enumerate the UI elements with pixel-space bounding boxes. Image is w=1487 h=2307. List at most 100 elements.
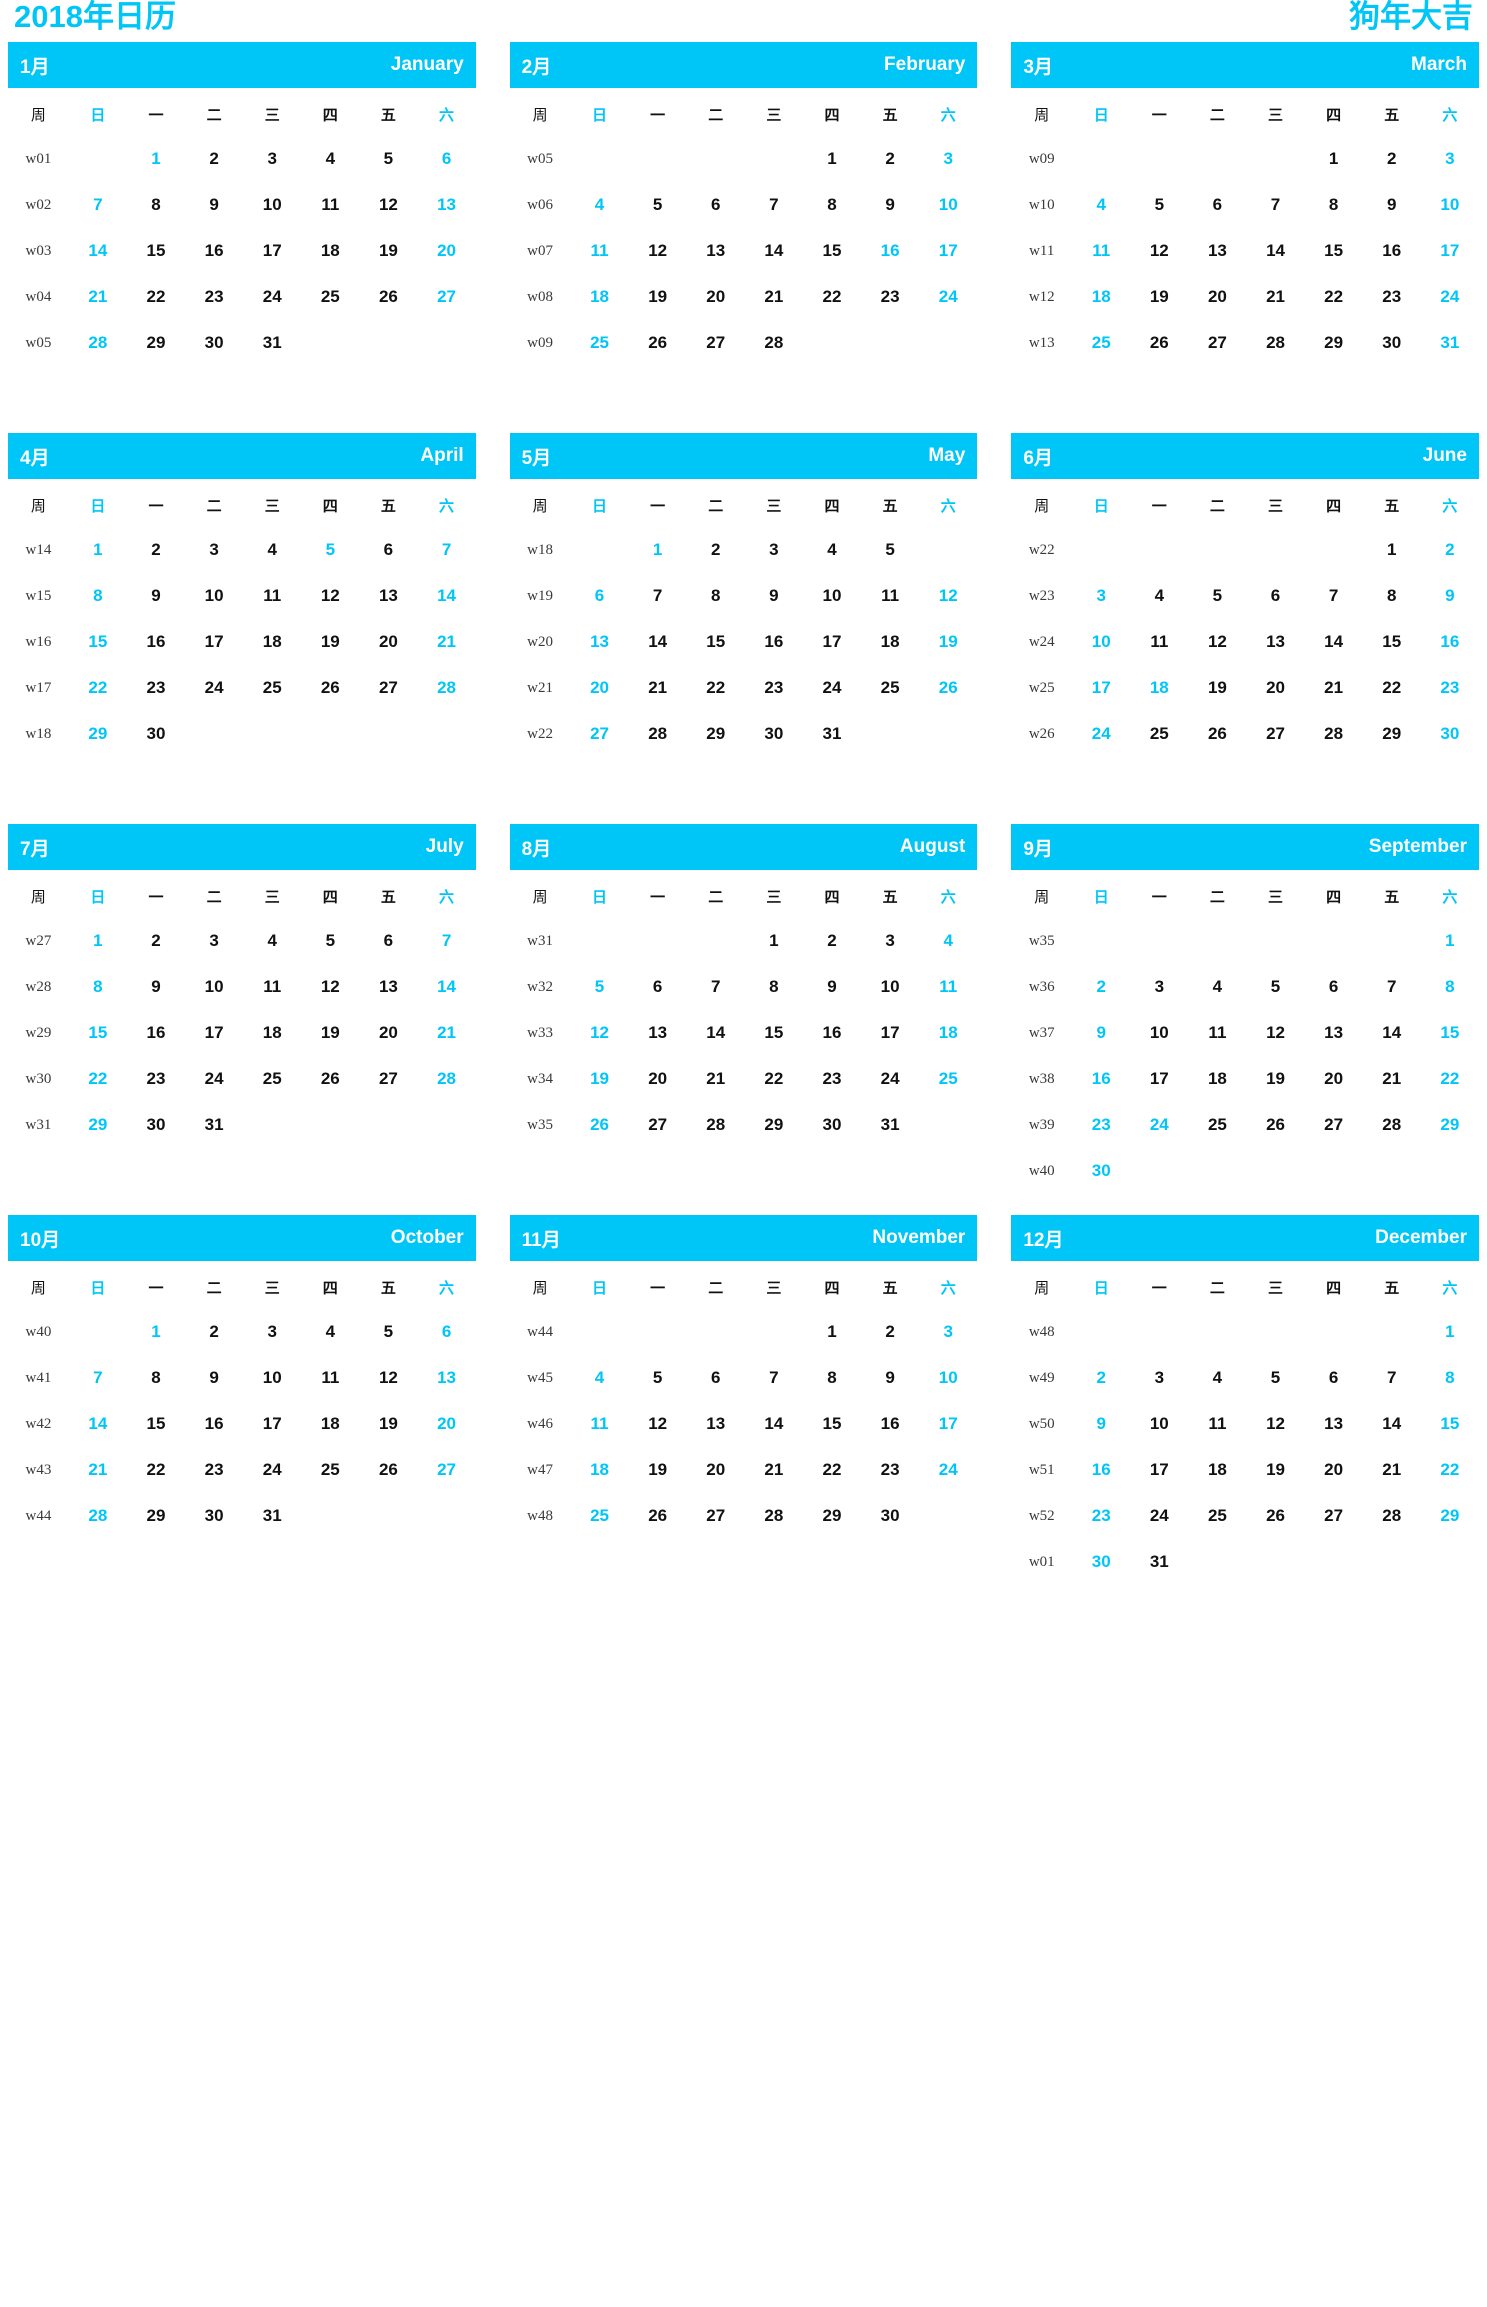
day-cell[interactable]: 2 [185, 136, 243, 182]
day-cell[interactable]: 15 [745, 1010, 803, 1056]
day-cell[interactable]: 21 [417, 1010, 475, 1056]
day-cell[interactable]: 28 [1363, 1102, 1421, 1148]
day-cell[interactable]: 25 [1188, 1102, 1246, 1148]
day-cell[interactable]: 8 [69, 964, 127, 1010]
day-cell[interactable]: 31 [803, 711, 861, 757]
day-cell[interactable]: 6 [1305, 1355, 1363, 1401]
day-cell[interactable]: 7 [417, 918, 475, 964]
day-cell[interactable]: 19 [1246, 1056, 1304, 1102]
day-cell[interactable]: 28 [1363, 1493, 1421, 1539]
day-cell[interactable]: 29 [127, 320, 185, 366]
day-cell[interactable]: 6 [1305, 964, 1363, 1010]
day-cell[interactable]: 8 [1305, 182, 1363, 228]
day-cell[interactable]: 10 [1130, 1401, 1188, 1447]
day-cell[interactable]: 17 [243, 228, 301, 274]
day-cell[interactable]: 14 [687, 1010, 745, 1056]
day-cell[interactable]: 9 [1072, 1401, 1130, 1447]
day-cell[interactable]: 18 [243, 619, 301, 665]
day-cell[interactable]: 22 [69, 665, 127, 711]
day-cell[interactable]: 16 [127, 619, 185, 665]
day-cell[interactable]: 25 [1072, 320, 1130, 366]
day-cell[interactable]: 7 [69, 1355, 127, 1401]
day-cell[interactable]: 17 [803, 619, 861, 665]
day-cell[interactable]: 14 [417, 573, 475, 619]
day-cell[interactable]: 25 [570, 1493, 628, 1539]
day-cell[interactable]: 5 [861, 527, 919, 573]
day-cell[interactable]: 26 [1130, 320, 1188, 366]
day-cell[interactable]: 1 [745, 918, 803, 964]
day-cell[interactable]: 3 [243, 1309, 301, 1355]
day-cell[interactable]: 14 [1363, 1010, 1421, 1056]
day-cell[interactable]: 31 [1421, 320, 1479, 366]
day-cell[interactable]: 20 [359, 1010, 417, 1056]
day-cell[interactable]: 4 [919, 918, 977, 964]
day-cell[interactable]: 27 [629, 1102, 687, 1148]
day-cell[interactable]: 22 [127, 1447, 185, 1493]
day-cell[interactable]: 24 [243, 274, 301, 320]
day-cell[interactable]: 31 [243, 1493, 301, 1539]
day-cell[interactable]: 24 [1072, 711, 1130, 757]
day-cell[interactable]: 15 [69, 619, 127, 665]
day-cell[interactable]: 14 [745, 228, 803, 274]
day-cell[interactable]: 25 [861, 665, 919, 711]
day-cell[interactable]: 6 [359, 918, 417, 964]
day-cell[interactable]: 14 [745, 1401, 803, 1447]
day-cell[interactable]: 14 [69, 1401, 127, 1447]
day-cell[interactable]: 23 [1072, 1493, 1130, 1539]
day-cell[interactable]: 20 [1246, 665, 1304, 711]
day-cell[interactable]: 25 [1188, 1493, 1246, 1539]
day-cell[interactable]: 14 [417, 964, 475, 1010]
day-cell[interactable]: 22 [745, 1056, 803, 1102]
day-cell[interactable]: 11 [301, 182, 359, 228]
day-cell[interactable]: 19 [1188, 665, 1246, 711]
day-cell[interactable]: 8 [1421, 1355, 1479, 1401]
day-cell[interactable]: 20 [629, 1056, 687, 1102]
day-cell[interactable]: 22 [803, 1447, 861, 1493]
day-cell[interactable]: 1 [69, 527, 127, 573]
day-cell[interactable]: 21 [629, 665, 687, 711]
day-cell[interactable]: 28 [1246, 320, 1304, 366]
day-cell[interactable]: 26 [1246, 1493, 1304, 1539]
day-cell[interactable]: 9 [185, 182, 243, 228]
day-cell[interactable]: 20 [687, 1447, 745, 1493]
day-cell[interactable]: 8 [803, 182, 861, 228]
day-cell[interactable]: 19 [629, 1447, 687, 1493]
day-cell[interactable]: 7 [69, 182, 127, 228]
day-cell[interactable]: 7 [745, 1355, 803, 1401]
day-cell[interactable]: 27 [417, 274, 475, 320]
day-cell[interactable]: 29 [127, 1493, 185, 1539]
day-cell[interactable]: 25 [243, 1056, 301, 1102]
day-cell[interactable]: 1 [127, 1309, 185, 1355]
day-cell[interactable]: 28 [1305, 711, 1363, 757]
day-cell[interactable]: 11 [301, 1355, 359, 1401]
day-cell[interactable]: 28 [417, 665, 475, 711]
day-cell[interactable]: 20 [359, 619, 417, 665]
day-cell[interactable]: 17 [243, 1401, 301, 1447]
day-cell[interactable]: 12 [919, 573, 977, 619]
day-cell[interactable]: 2 [127, 918, 185, 964]
day-cell[interactable]: 18 [919, 1010, 977, 1056]
day-cell[interactable]: 15 [1421, 1401, 1479, 1447]
day-cell[interactable]: 23 [1421, 665, 1479, 711]
day-cell[interactable]: 23 [861, 1447, 919, 1493]
day-cell[interactable]: 29 [1421, 1493, 1479, 1539]
day-cell[interactable]: 1 [1305, 136, 1363, 182]
day-cell[interactable]: 22 [1421, 1056, 1479, 1102]
day-cell[interactable]: 26 [629, 320, 687, 366]
day-cell[interactable]: 31 [861, 1102, 919, 1148]
day-cell[interactable]: 22 [1421, 1447, 1479, 1493]
day-cell[interactable]: 5 [1188, 573, 1246, 619]
day-cell[interactable]: 3 [745, 527, 803, 573]
day-cell[interactable]: 9 [127, 573, 185, 619]
day-cell[interactable]: 6 [417, 1309, 475, 1355]
day-cell[interactable]: 19 [301, 1010, 359, 1056]
day-cell[interactable]: 16 [1072, 1056, 1130, 1102]
day-cell[interactable]: 26 [919, 665, 977, 711]
day-cell[interactable]: 24 [803, 665, 861, 711]
day-cell[interactable]: 1 [127, 136, 185, 182]
day-cell[interactable]: 14 [1363, 1401, 1421, 1447]
day-cell[interactable]: 13 [687, 228, 745, 274]
day-cell[interactable]: 29 [1363, 711, 1421, 757]
day-cell[interactable]: 10 [919, 182, 977, 228]
day-cell[interactable]: 5 [1246, 964, 1304, 1010]
